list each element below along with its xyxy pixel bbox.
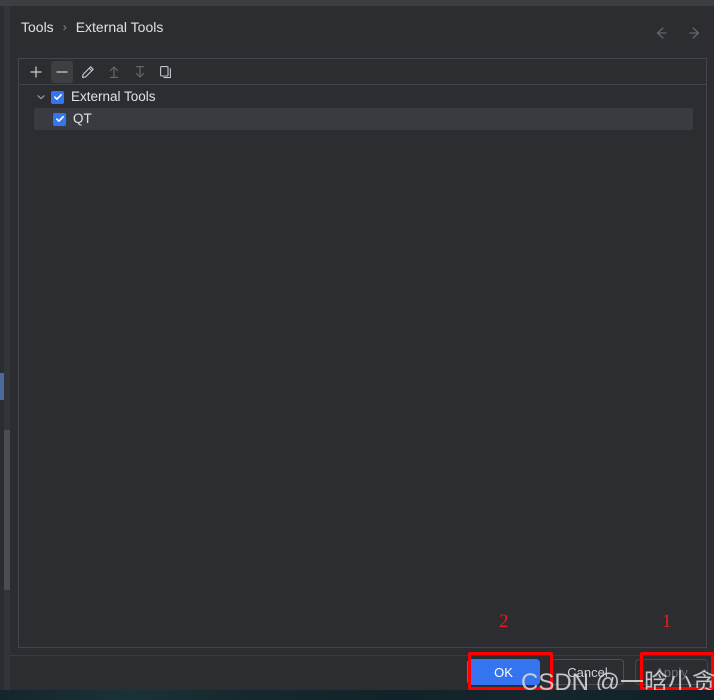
cancel-button[interactable]: Cancel xyxy=(551,659,624,685)
tree-label-qt: QT xyxy=(73,111,92,127)
tree-node-qt[interactable]: QT xyxy=(34,108,693,130)
desktop-wallpaper-strip xyxy=(0,690,714,700)
tree-label-external-tools: External Tools xyxy=(71,89,156,105)
settings-header: Tools › External Tools xyxy=(10,6,714,52)
copy-icon[interactable] xyxy=(155,61,177,83)
left-rail-highlight-marker xyxy=(0,373,4,400)
tree-node-external-tools[interactable]: External Tools xyxy=(19,86,706,108)
external-tools-panel: External Tools QT xyxy=(18,58,707,648)
pencil-icon[interactable] xyxy=(77,61,99,83)
arrow-left-icon[interactable] xyxy=(652,24,670,42)
remove-button[interactable] xyxy=(51,60,73,83)
apply-button: Apply xyxy=(635,659,708,685)
add-button[interactable] xyxy=(25,61,47,83)
checkbox-external-tools[interactable] xyxy=(51,90,64,104)
ok-button[interactable]: OK xyxy=(467,659,540,685)
arrow-up-icon[interactable] xyxy=(103,61,125,83)
arrow-right-icon[interactable] xyxy=(686,24,704,42)
arrow-down-icon[interactable] xyxy=(129,61,151,83)
left-scrollbar-thumb[interactable] xyxy=(4,430,10,590)
breadcrumb-separator-icon: › xyxy=(62,20,67,34)
breadcrumb: Tools › External Tools xyxy=(21,19,163,35)
external-tools-tree[interactable]: External Tools QT xyxy=(19,86,706,130)
checkbox-qt[interactable] xyxy=(53,112,66,126)
tools-toolbar xyxy=(19,59,706,85)
breadcrumb-item-tools[interactable]: Tools xyxy=(21,19,54,35)
chevron-down-icon[interactable] xyxy=(34,90,48,104)
header-nav-arrows xyxy=(652,24,704,42)
breadcrumb-item-external-tools[interactable]: External Tools xyxy=(76,19,164,35)
